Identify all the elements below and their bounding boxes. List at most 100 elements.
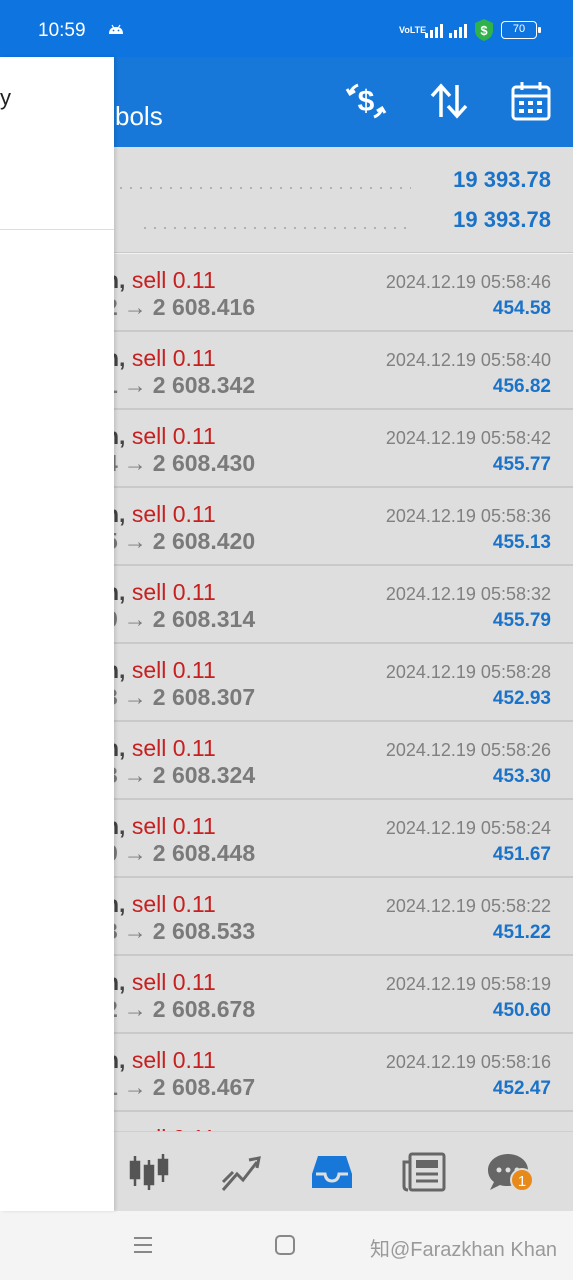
deal-header: n, sell 0.11 <box>105 657 216 684</box>
deal-header: n, sell 0.11 <box>105 1047 216 1074</box>
summary-value: 19 393.78 <box>453 167 551 192</box>
chat-badge: 1 <box>510 1168 534 1192</box>
deal-time: 2024.12.19 05:58:28 <box>385 662 551 682</box>
dot-leader <box>140 227 411 229</box>
drawer-divider <box>0 229 114 230</box>
deal-close-price: 2 608.678 <box>152 996 256 1022</box>
news-icon[interactable] <box>402 1150 446 1194</box>
deal-close-price: 2 608.416 <box>152 294 256 320</box>
deal-time: 2024.12.19 05:58:46 <box>385 272 551 292</box>
arrow-right-icon: → <box>123 1074 147 1100</box>
deal-prices: 1→2 608.467 <box>105 1074 255 1101</box>
deal-prices: 3→2 608.307 <box>105 684 255 711</box>
summary-value: 19 393.78 <box>453 207 551 232</box>
deal-prices: 3→2 608.533 <box>105 918 255 945</box>
deal-time: 2024.12.19 05:58:40 <box>385 350 551 370</box>
deal-header: n, sell 0.11 <box>105 969 216 996</box>
home-icon[interactable] <box>273 1233 297 1257</box>
deal-close-price: 2 608.430 <box>152 450 256 476</box>
shield-dollar-icon: $ <box>475 19 493 41</box>
deal-action: sell 0.11 <box>131 579 216 605</box>
deal-profit: 452.47 <box>492 1078 551 1099</box>
deal-profit: 455.79 <box>492 610 551 631</box>
arrow-right-icon: → <box>123 372 147 398</box>
arrow-right-icon: → <box>123 996 147 1022</box>
deal-action: sell 0.11 <box>131 1047 216 1073</box>
deal-close-price: 2 608.467 <box>152 1074 256 1100</box>
deal-prices: 2→2 608.416 <box>105 294 255 321</box>
android-icon <box>109 24 123 34</box>
deal-profit: 450.60 <box>492 1000 551 1021</box>
page-title: bols <box>115 101 163 131</box>
deal-time: 2024.12.19 05:58:32 <box>385 584 551 604</box>
quotes-candles-icon[interactable] <box>127 1150 171 1194</box>
svg-text:$: $ <box>480 23 488 38</box>
arrow-right-icon: → <box>123 762 147 788</box>
deal-close-price: 2 608.314 <box>152 606 256 632</box>
system-nav-bar: 知@Farazkhan Khan <box>0 1211 573 1280</box>
deal-action: sell 0.11 <box>131 969 216 995</box>
deal-header: n, sell 0.11 <box>105 345 216 372</box>
sort-icon[interactable] <box>427 79 471 123</box>
status-time: 10:59 <box>38 20 86 41</box>
deal-close-price: 2 608.324 <box>152 762 256 788</box>
deal-action: sell 0.11 <box>131 813 216 839</box>
deal-profit: 453.30 <box>492 766 551 787</box>
deal-action: sell 0.11 <box>131 891 216 917</box>
arrow-right-icon: → <box>123 294 147 320</box>
dot-leader <box>116 187 411 189</box>
deal-header: n, sell 0.11 <box>105 891 216 918</box>
deal-profit: 451.67 <box>492 844 551 865</box>
side-drawer[interactable]: y <box>0 57 114 1211</box>
trade-chart-icon[interactable] <box>219 1150 263 1194</box>
dollar-exchange-icon[interactable]: $ <box>344 79 388 123</box>
deal-profit: 455.77 <box>492 454 551 475</box>
deal-header: n, sell 0.11 <box>105 813 216 840</box>
status-bar: 10:59 VoLTE $ 70 <box>0 0 573 60</box>
status-icons: VoLTE $ 70 <box>399 18 541 42</box>
arrow-right-icon: → <box>123 606 147 632</box>
deal-header: n, sell 0.11 <box>105 267 216 294</box>
deal-time: 2024.12.19 05:58:22 <box>385 896 551 916</box>
deal-time: 2024.12.19 05:58:26 <box>385 740 551 760</box>
deal-action: sell 0.11 <box>131 423 216 449</box>
arrow-right-icon: → <box>123 918 147 944</box>
deal-profit: 454.58 <box>492 298 551 319</box>
deal-close-price: 2 608.533 <box>152 918 256 944</box>
deal-time: 2024.12.19 05:58:16 <box>385 1052 551 1072</box>
history-inbox-icon[interactable] <box>310 1150 354 1194</box>
deal-prices: 3→2 608.324 <box>105 762 255 789</box>
deal-close-price: 2 608.307 <box>152 684 256 710</box>
deal-time: 2024.12.19 05:58:42 <box>385 428 551 448</box>
deal-header: n, sell 0.11 <box>105 579 216 606</box>
deal-profit: 451.22 <box>492 922 551 943</box>
svg-text:$: $ <box>358 85 375 118</box>
deal-profit: 455.13 <box>492 532 551 553</box>
calendar-icon[interactable] <box>509 79 553 123</box>
signal-icon-2 <box>449 22 467 38</box>
deal-header: n, sell 0.11 <box>105 501 216 528</box>
arrow-right-icon: → <box>123 684 147 710</box>
deal-action: sell 0.11 <box>131 657 216 683</box>
deal-action: sell 0.11 <box>131 345 216 371</box>
deal-prices: 9→2 608.314 <box>105 606 255 633</box>
deal-close-price: 2 608.448 <box>152 840 256 866</box>
deal-close-price: 2 608.342 <box>152 372 256 398</box>
deal-close-price: 2 608.420 <box>152 528 256 554</box>
deal-prices: 5→2 608.420 <box>105 528 255 555</box>
deal-prices: 2→2 608.678 <box>105 996 255 1023</box>
deal-action: sell 0.11 <box>131 267 216 293</box>
watermark-text: 知@Farazkhan Khan <box>370 1239 558 1261</box>
arrow-right-icon: → <box>123 840 147 866</box>
deal-prices: 4→2 608.430 <box>105 450 255 477</box>
deal-profit: 456.82 <box>492 376 551 397</box>
deal-action: sell 0.11 <box>131 735 216 761</box>
deal-prices: 9→2 608.448 <box>105 840 255 867</box>
arrow-right-icon: → <box>123 528 147 554</box>
deal-time: 2024.12.19 05:58:24 <box>385 818 551 838</box>
arrow-right-icon: → <box>123 450 147 476</box>
deal-time: 2024.12.19 05:58:19 <box>385 974 551 994</box>
menu-icon[interactable] <box>131 1233 155 1257</box>
deal-profit: 452.93 <box>492 688 551 709</box>
drawer-text: y <box>0 85 11 110</box>
